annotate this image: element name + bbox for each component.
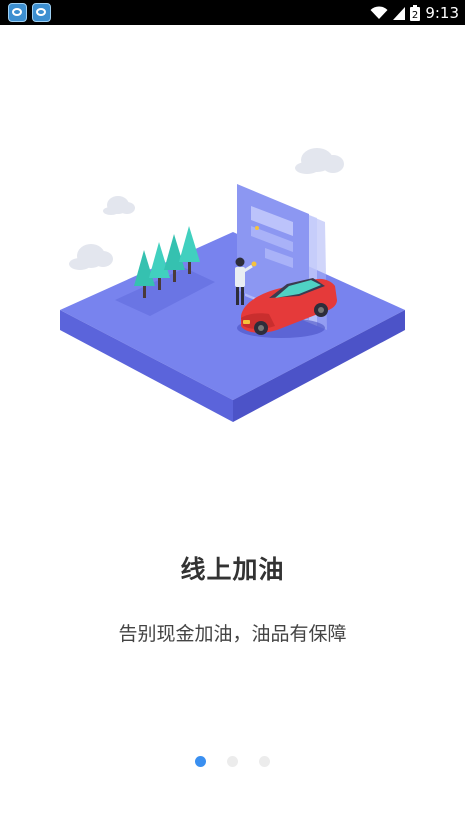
cloud-icon [69,244,113,270]
page-indicator [0,756,465,767]
page-dot[interactable] [259,756,270,767]
cloud-icon [103,196,135,215]
signal-icon [393,6,406,20]
status-time: 9:13 [425,3,459,22]
app-notification-icon [32,3,51,22]
page-dot[interactable] [227,756,238,767]
fueling-illustration [60,148,405,422]
slide-subtitle: 告别现金加油，油品有保障 [118,623,347,645]
battery-level-text: 2 [412,10,418,21]
cloud-icon [295,148,344,174]
app-notification-icon [8,3,27,22]
battery-icon: 2 [410,4,421,21]
slide-title: 线上加油 [180,555,285,584]
status-bar: 2 9:13 [0,0,465,25]
wifi-icon [370,5,388,19]
page-dot-active[interactable] [195,756,206,767]
